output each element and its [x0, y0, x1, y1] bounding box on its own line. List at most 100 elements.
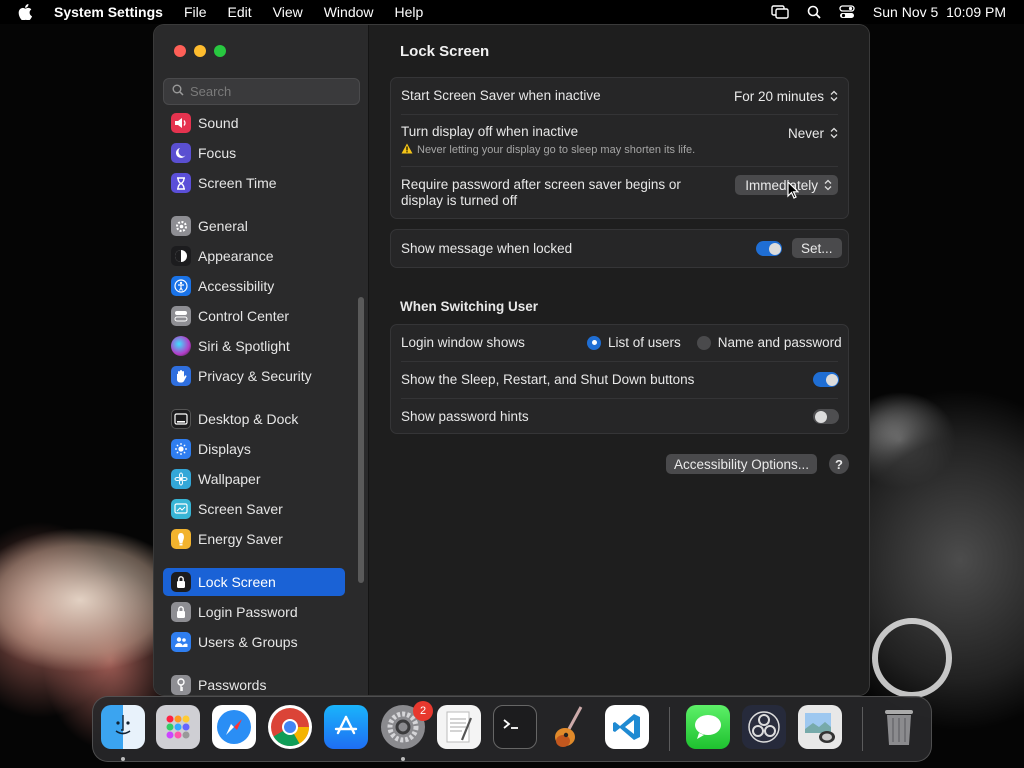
gear-icon	[171, 216, 191, 236]
messages-icon[interactable]	[686, 705, 730, 749]
sidebar-item-label: Control Center	[198, 308, 290, 324]
help-button[interactable]: ?	[829, 454, 849, 474]
mouse-cursor-icon	[787, 180, 800, 204]
name-and-password-radio[interactable]	[696, 335, 711, 350]
sidebar-item-screen-time[interactable]: Screen Time	[163, 169, 345, 197]
screen-saver-value: For 20 minutes	[733, 88, 824, 104]
set-message-button[interactable]: Set...	[792, 238, 842, 258]
sidebar-item-passwords[interactable]: Passwords	[163, 671, 345, 695]
settings-badge: 2	[413, 701, 433, 721]
up-down-chevron-icon	[830, 90, 838, 102]
siri-icon	[171, 336, 191, 356]
sidebar-item-label: Siri & Spotlight	[198, 338, 290, 354]
page-title: Lock Screen	[400, 43, 490, 60]
app-name-menu[interactable]: System Settings	[54, 4, 163, 20]
login-window-row: Login window shows List of users Name an…	[391, 325, 848, 361]
garageband-icon[interactable]	[549, 705, 593, 749]
accessibility-icon	[171, 276, 191, 296]
sleep-buttons-toggle[interactable]	[813, 372, 839, 387]
main-content: Lock Screen Start Screen Saver when inac…	[370, 25, 869, 695]
sidebar: Sound Focus Screen Time General	[154, 25, 369, 695]
sidebar-item-sound[interactable]: Sound	[163, 109, 345, 137]
display-off-popup[interactable]: Never	[788, 123, 838, 143]
sidebar-item-control-center[interactable]: Control Center	[163, 302, 345, 330]
minimize-window-button[interactable]	[194, 45, 206, 57]
app-store-icon[interactable]	[324, 705, 368, 749]
sidebar-item-lock-screen[interactable]: Lock Screen	[163, 568, 345, 596]
sleep-buttons-label: Show the Sleep, Restart, and Shut Down b…	[401, 372, 695, 387]
chrome-icon[interactable]	[268, 705, 312, 749]
display-off-row: Turn display off when inactive Never let…	[391, 115, 848, 165]
spotlight-search-icon[interactable]	[807, 5, 821, 19]
key-icon	[171, 675, 191, 695]
search-input[interactable]	[190, 84, 350, 99]
search-field[interactable]	[163, 78, 360, 105]
sidebar-item-screen-saver[interactable]: Screen Saver	[163, 495, 345, 523]
close-window-button[interactable]	[174, 45, 186, 57]
sidebar-item-general[interactable]: General	[163, 212, 345, 240]
appearance-icon	[171, 246, 191, 266]
require-password-label-1: Require password after screen saver begi…	[401, 177, 681, 192]
sidebar-item-privacy-security[interactable]: Privacy & Security	[163, 362, 345, 390]
launchpad-icon[interactable]	[156, 705, 200, 749]
apple-menu-icon[interactable]	[18, 4, 36, 20]
name-and-password-label[interactable]: Name and password	[718, 335, 842, 350]
show-message-toggle[interactable]	[756, 241, 782, 256]
switching-user-group: Login window shows List of users Name an…	[390, 324, 849, 434]
terminal-icon[interactable]	[493, 705, 537, 749]
sidebar-item-energy-saver[interactable]: Energy Saver	[163, 525, 345, 553]
sleep-buttons-row: Show the Sleep, Restart, and Shut Down b…	[391, 362, 848, 398]
vscode-icon[interactable]	[605, 705, 649, 749]
screen-mirroring-icon[interactable]	[771, 5, 789, 19]
sidebar-item-label: Login Password	[198, 604, 298, 620]
sidebar-item-accessibility[interactable]: Accessibility	[163, 272, 345, 300]
window-menu[interactable]: Window	[324, 4, 374, 20]
sidebar-item-desktop-dock[interactable]: Desktop & Dock	[163, 405, 345, 433]
password-hints-toggle[interactable]	[813, 409, 839, 424]
textedit-icon[interactable]	[437, 705, 481, 749]
list-of-users-label[interactable]: List of users	[608, 335, 681, 350]
sidebar-item-login-password[interactable]: Login Password	[163, 598, 345, 626]
edit-menu[interactable]: Edit	[228, 4, 252, 20]
sidebar-item-siri-spotlight[interactable]: Siri & Spotlight	[163, 332, 345, 360]
sidebar-item-label: Users & Groups	[198, 634, 298, 650]
battery-icon	[171, 529, 191, 549]
moon-icon	[171, 143, 191, 163]
warning-text: Never letting your display go to sleep m…	[417, 144, 696, 156]
lock-icon	[171, 602, 191, 622]
zoom-window-button[interactable]	[214, 45, 226, 57]
switching-user-title: When Switching User	[400, 299, 539, 314]
sidebar-item-label: Screen Time	[198, 175, 277, 191]
safari-icon[interactable]	[212, 705, 256, 749]
help-menu[interactable]: Help	[395, 4, 424, 20]
dock-separator	[669, 707, 670, 751]
sidebar-scrollbar[interactable]	[358, 297, 364, 583]
trash-icon[interactable]	[877, 705, 921, 749]
screen-saver-popup[interactable]: For 20 minutes	[734, 86, 838, 106]
login-window-options: List of users Name and password	[587, 335, 842, 350]
sidebar-item-displays[interactable]: Displays	[163, 435, 345, 463]
preview-icon[interactable]	[798, 705, 842, 749]
sidebar-item-appearance[interactable]: Appearance	[163, 242, 345, 270]
password-hints-row: Show password hints	[391, 399, 848, 435]
dock: 2	[92, 696, 932, 762]
message-group: Show message when locked Set...	[390, 229, 849, 268]
obs-icon[interactable]	[742, 705, 786, 749]
view-menu[interactable]: View	[273, 4, 303, 20]
list-of-users-radio[interactable]	[587, 335, 601, 350]
accessibility-options-button[interactable]: Accessibility Options...	[666, 454, 818, 474]
sidebar-item-users-groups[interactable]: Users & Groups	[163, 628, 345, 656]
hand-icon	[171, 366, 191, 386]
search-icon	[172, 83, 184, 101]
password-hints-label: Show password hints	[401, 409, 529, 424]
show-message-label: Show message when locked	[401, 241, 573, 256]
lock-settings-group: Start Screen Saver when inactive For 20 …	[390, 77, 849, 219]
menu-clock[interactable]: Sun Nov 5 10:09 PM	[873, 4, 1006, 20]
sidebar-item-label: Passwords	[198, 677, 267, 693]
finder-icon[interactable]	[101, 705, 145, 749]
control-center-menu-icon[interactable]	[839, 5, 855, 19]
sidebar-item-focus[interactable]: Focus	[163, 139, 345, 167]
file-menu[interactable]: File	[184, 4, 207, 20]
sidebar-item-wallpaper[interactable]: Wallpaper	[163, 465, 345, 493]
display-warning: Never letting your display go to sleep m…	[401, 143, 695, 157]
